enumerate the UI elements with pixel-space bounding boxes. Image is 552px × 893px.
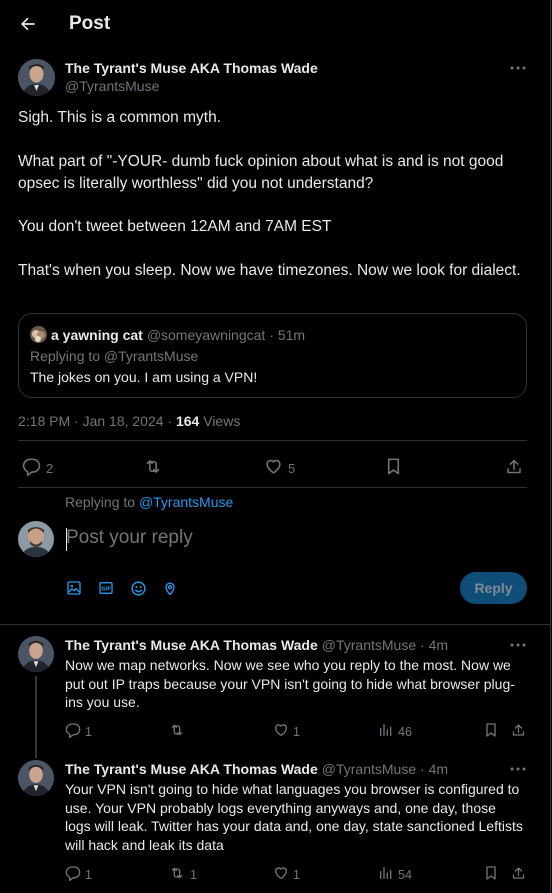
post-paragraph: You don't tweet between 12AM and 7AM EST: [18, 218, 332, 235]
quote-time: · 51m: [269, 326, 306, 343]
gif-icon[interactable]: GIF: [98, 578, 130, 598]
avatar[interactable]: [18, 760, 54, 796]
quoted-post[interactable]: a yawning cat @someyawningcat · 51m Repl…: [18, 313, 527, 398]
text-caret: [66, 528, 67, 551]
quote-header: a yawning cat @someyawningcat · 51m: [30, 326, 305, 343]
more-options-icon[interactable]: [508, 763, 528, 775]
reply-icon: [65, 722, 81, 741]
top-bar: Post: [0, 0, 551, 50]
divider: [18, 440, 527, 441]
post-page: Post The Tyrant's Muse AKA Thomas Wade @…: [0, 0, 551, 893]
composer-toolbar: GIF: [66, 578, 194, 598]
repost-icon: [168, 722, 186, 741]
views-count: 164: [175, 413, 200, 429]
repost-action[interactable]: 1: [168, 865, 197, 884]
reply-button[interactable]: Reply: [460, 572, 527, 604]
reply-text: Now we map networks. Now we see who you …: [65, 657, 515, 710]
back-arrow-icon[interactable]: [14, 10, 42, 38]
share-icon: [505, 457, 523, 479]
repost-icon: [143, 457, 163, 479]
like-count: 1: [293, 867, 300, 882]
bookmark-action[interactable]: [484, 722, 498, 741]
page-title: Post: [69, 13, 111, 34]
reply-text: Your VPN isn't going to hide what langua…: [65, 781, 523, 853]
timestamp-text[interactable]: 2:18 PM · Jan 18, 2024 ·: [18, 413, 176, 429]
emoji-icon[interactable]: [130, 578, 162, 598]
location-icon[interactable]: [162, 578, 194, 598]
action-bar: 2 5: [0, 452, 551, 482]
share-action[interactable]: [511, 722, 526, 741]
share-icon: [511, 865, 526, 884]
like-count: 1: [293, 724, 300, 739]
heart-icon: [264, 457, 283, 479]
share-action[interactable]: [511, 865, 526, 884]
more-options-icon[interactable]: [508, 639, 528, 651]
author-handle[interactable]: @TyrantsMuse: [65, 78, 159, 94]
reply-icon: [22, 457, 41, 479]
like-action[interactable]: 5: [264, 457, 295, 479]
quote-author-handle[interactable]: @someyawningcat: [147, 327, 266, 343]
thread-line: [35, 676, 37, 758]
repost-icon: [168, 865, 186, 884]
post-paragraph: Sigh. This is a common myth.: [18, 109, 222, 126]
reply-count: 2: [46, 460, 54, 476]
like-action[interactable]: 1: [273, 865, 300, 884]
reply-action[interactable]: 2: [22, 457, 53, 479]
reply-count: 1: [85, 724, 92, 739]
reply-icon: [65, 865, 81, 884]
quote-replying-to: Replying to @TyrantsMuse: [30, 348, 199, 364]
reply-action[interactable]: 1: [65, 722, 92, 741]
reply-input[interactable]: Post your reply: [66, 527, 193, 549]
reply-count: 1: [85, 867, 92, 882]
svg-text:GIF: GIF: [101, 586, 110, 592]
views-count: 46: [398, 724, 412, 739]
views-label: Views: [199, 413, 241, 429]
bookmark-action[interactable]: [385, 457, 402, 479]
reply-header: The Tyrant's Muse AKA Thomas Wade @Tyran…: [65, 637, 448, 653]
replying-handle[interactable]: @TyrantsMuse: [139, 494, 233, 510]
post-paragraph: That's when you sleep. Now we have timez…: [18, 261, 521, 279]
reply-header: The Tyrant's Muse AKA Thomas Wade @Tyran…: [65, 761, 448, 777]
replying-to: Replying to @TyrantsMuse: [65, 494, 233, 510]
like-action[interactable]: 1: [273, 722, 300, 741]
quote-author-name[interactable]: a yawning cat: [51, 327, 143, 343]
divider: [0, 624, 551, 625]
reply-author-name[interactable]: The Tyrant's Muse AKA Thomas Wade: [65, 761, 318, 777]
replying-prefix: Replying to: [65, 494, 139, 510]
bookmark-icon: [385, 457, 402, 479]
post-text: Sigh. This is a common myth. What part o…: [18, 107, 528, 282]
more-options-icon[interactable]: [508, 62, 528, 74]
reply-author-name[interactable]: The Tyrant's Muse AKA Thomas Wade: [65, 637, 318, 653]
post-timestamp: 2:18 PM · Jan 18, 2024 · 164 Views: [18, 413, 240, 429]
reply-action[interactable]: 1: [65, 865, 92, 884]
like-count: 5: [288, 460, 296, 476]
author-name[interactable]: The Tyrant's Muse AKA Thomas Wade: [65, 60, 318, 76]
post-paragraph: What part of "-YOUR- dumb fuck opinion a…: [18, 152, 504, 192]
share-icon: [511, 722, 526, 741]
bookmark-icon: [484, 722, 498, 741]
reply-author-handle[interactable]: @TyrantsMuse · 4m: [322, 637, 448, 653]
repost-action[interactable]: [143, 457, 163, 479]
quote-avatar[interactable]: [30, 326, 47, 343]
views-icon: [378, 722, 394, 741]
quote-text: The jokes on you. I am using a VPN!: [30, 369, 258, 385]
user-avatar[interactable]: [18, 521, 54, 557]
views-action[interactable]: 54: [378, 865, 412, 884]
reply-author-handle[interactable]: @TyrantsMuse · 4m: [322, 761, 448, 777]
bookmark-action[interactable]: [484, 865, 498, 884]
heart-icon: [273, 722, 289, 741]
divider: [18, 487, 527, 488]
views-action[interactable]: 46: [378, 722, 412, 741]
share-action[interactable]: [505, 457, 523, 479]
repost-action[interactable]: [168, 722, 190, 741]
views-icon: [378, 865, 394, 884]
avatar[interactable]: [18, 59, 55, 96]
bookmark-icon: [484, 865, 498, 884]
views-count: 54: [398, 867, 412, 882]
heart-icon: [273, 865, 289, 884]
avatar[interactable]: [18, 636, 54, 672]
image-icon[interactable]: [66, 578, 98, 598]
repost-count: 1: [190, 867, 197, 882]
